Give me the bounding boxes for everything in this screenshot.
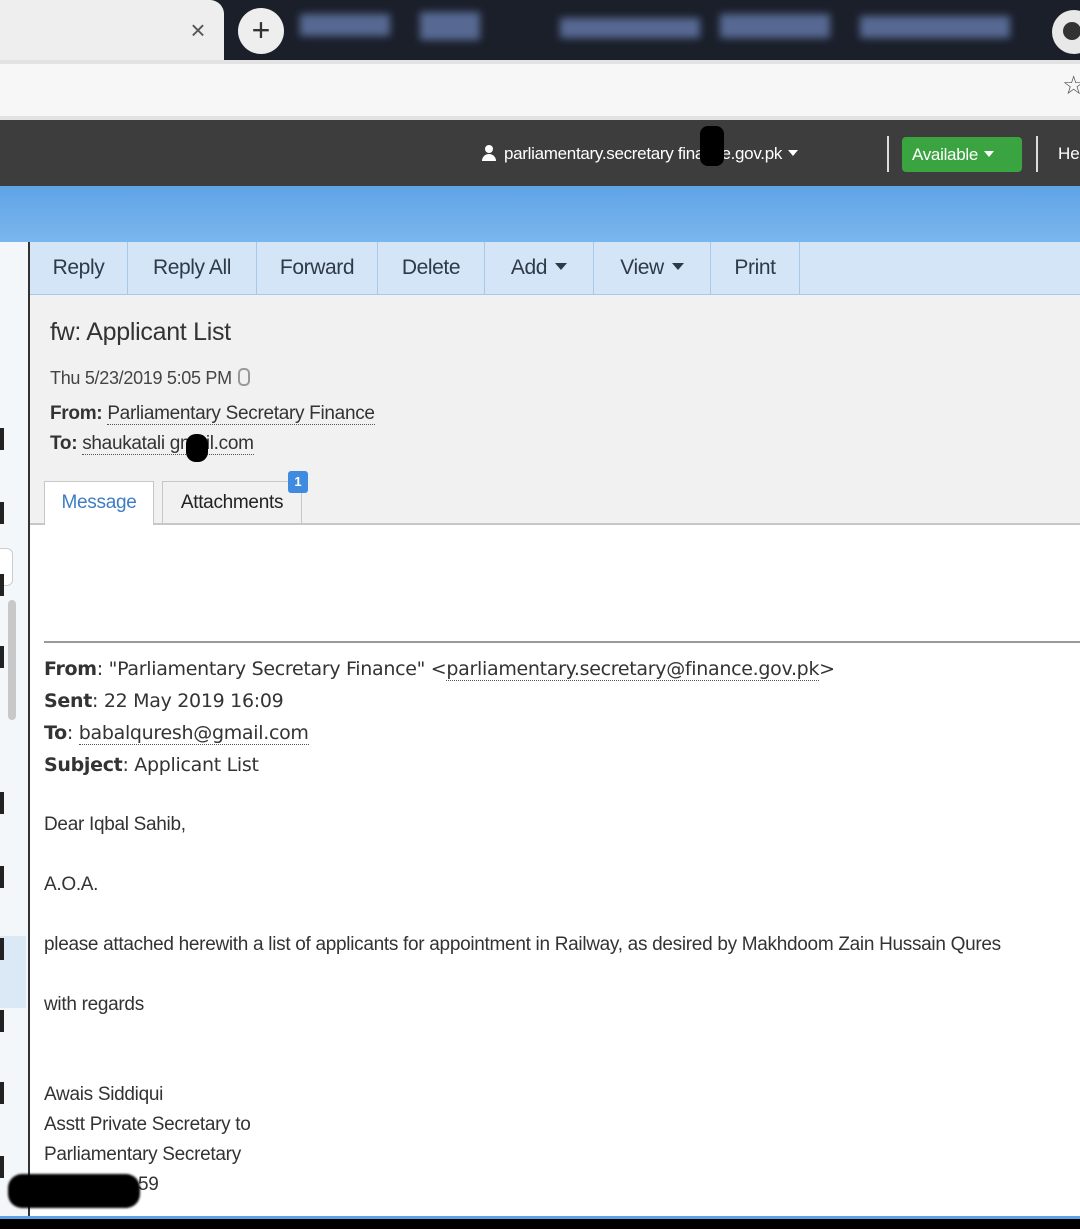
to-label: To: bbox=[50, 433, 78, 454]
body-salutation: A.O.A. bbox=[44, 874, 99, 895]
chevron-down-icon bbox=[555, 263, 568, 270]
reply-all-button[interactable]: Reply All bbox=[128, 242, 257, 294]
fwd-from-name: : "Parliamentary Secretary Finance" < bbox=[96, 658, 447, 680]
user-account-label: parliamentary.secretary finance.gov.pk bbox=[504, 144, 783, 163]
to-link[interactable]: shaukatali gmail.com bbox=[82, 433, 254, 455]
address-bar bbox=[0, 60, 1080, 120]
forwarded-from: From: "Parliamentary Secretary Finance" … bbox=[44, 658, 835, 681]
browser-tab[interactable]: × bbox=[0, 0, 224, 60]
chevron-down-icon bbox=[983, 151, 994, 157]
view-label: View bbox=[620, 256, 664, 279]
plus-icon[interactable]: + bbox=[238, 8, 284, 54]
redaction-mark bbox=[186, 434, 208, 462]
from-label: From: bbox=[50, 403, 103, 424]
forwarded-to: To: babalquresh@gmail.com bbox=[44, 722, 309, 745]
add-menu-button[interactable]: Add bbox=[485, 242, 594, 294]
forward-divider bbox=[44, 641, 1080, 643]
fwd-to-email-link[interactable]: babalquresh@gmail.com bbox=[78, 722, 309, 745]
message-date: Thu 5/23/2019 5:05 PM bbox=[50, 368, 250, 389]
bottom-edge bbox=[0, 1216, 1080, 1229]
list-marker bbox=[0, 502, 4, 524]
list-marker bbox=[0, 1010, 4, 1032]
redaction-mark bbox=[700, 126, 724, 166]
from-row: From: Parliamentary Secretary Finance bbox=[50, 403, 375, 425]
header-divider bbox=[1036, 136, 1038, 172]
signature-phone: 59 bbox=[138, 1174, 159, 1195]
date-text: Thu 5/23/2019 5:05 PM bbox=[50, 368, 232, 388]
list-marker bbox=[0, 938, 4, 960]
forwarded-sent: Sent: 22 May 2019 16:09 bbox=[44, 690, 284, 712]
attachment-icon bbox=[237, 368, 250, 386]
body-text: please attached herewith a list of appli… bbox=[44, 934, 1001, 955]
delete-button[interactable]: Delete bbox=[378, 242, 485, 294]
message-subject: fw: Applicant List bbox=[50, 318, 231, 346]
fwd-sent-value: : 22 May 2019 16:09 bbox=[91, 690, 284, 712]
tab-message[interactable]: Message bbox=[44, 481, 154, 525]
view-menu-button[interactable]: View bbox=[594, 242, 711, 294]
folder-pane-edge bbox=[0, 242, 30, 1217]
from-link[interactable]: Parliamentary Secretary Finance bbox=[107, 403, 375, 425]
fwd-from-label: From bbox=[44, 658, 97, 680]
list-marker bbox=[0, 428, 4, 450]
header-divider bbox=[887, 136, 889, 172]
profile-icon-inner bbox=[1063, 22, 1080, 40]
signature-name: Awais Siddiqui bbox=[44, 1084, 164, 1105]
signature-title-1: Asstt Private Secretary to bbox=[44, 1114, 251, 1135]
fwd-sent-label: Sent bbox=[44, 690, 92, 712]
user-account-menu[interactable]: parliamentary.secretary finance.gov.pk bbox=[482, 141, 799, 167]
list-marker bbox=[0, 574, 4, 596]
status-label: Available bbox=[912, 145, 978, 164]
user-icon bbox=[482, 145, 496, 161]
fwd-from-end: > bbox=[819, 658, 835, 680]
list-marker bbox=[0, 792, 4, 814]
fwd-to-label: To bbox=[44, 722, 67, 744]
blurred-tab bbox=[720, 14, 830, 38]
add-label: Add bbox=[510, 256, 548, 279]
app-banner bbox=[0, 186, 1080, 242]
fwd-to-sep: : bbox=[66, 722, 79, 744]
to-row: To: shaukatali gmail.com bbox=[50, 433, 254, 455]
body-closing: with regards bbox=[44, 994, 144, 1015]
blurred-tab bbox=[860, 16, 1010, 38]
forwarded-subject: Subject: Applicant List bbox=[44, 754, 259, 776]
blurred-tab bbox=[420, 12, 480, 40]
chevron-down-icon bbox=[788, 150, 799, 156]
url-field[interactable] bbox=[0, 64, 1080, 116]
close-icon[interactable]: × bbox=[186, 16, 210, 44]
scrollbar[interactable] bbox=[8, 600, 16, 720]
list-marker bbox=[0, 646, 4, 668]
list-marker bbox=[0, 1156, 4, 1178]
signature-title-2: Parliamentary Secretary bbox=[44, 1144, 241, 1165]
help-link[interactable]: He bbox=[1058, 141, 1080, 167]
blurred-tab bbox=[560, 18, 700, 38]
forward-button[interactable]: Forward bbox=[257, 242, 378, 294]
fwd-subject-value: : Applicant List bbox=[122, 754, 259, 776]
fwd-from-email-link[interactable]: parliamentary.secretary@finance.gov.pk bbox=[446, 658, 819, 681]
blurred-tab bbox=[300, 14, 390, 36]
print-button[interactable]: Print bbox=[711, 242, 800, 294]
browser-tab-strip: × + bbox=[0, 0, 1080, 60]
status-dropdown[interactable]: Available bbox=[902, 137, 1022, 172]
body-greeting: Dear Iqbal Sahib, bbox=[44, 814, 186, 835]
fwd-subject-label: Subject bbox=[44, 754, 123, 776]
redaction-mark bbox=[8, 1174, 140, 1208]
list-marker bbox=[0, 866, 4, 888]
message-toolbar: Reply Reply All Forward Delete Add View … bbox=[30, 242, 1080, 295]
chevron-down-icon bbox=[671, 263, 684, 270]
tab-attachments[interactable]: Attachments bbox=[162, 481, 302, 523]
reply-button[interactable]: Reply bbox=[30, 242, 128, 294]
star-icon[interactable]: ☆ bbox=[1062, 70, 1080, 101]
attachment-count-badge: 1 bbox=[288, 471, 308, 493]
list-marker bbox=[0, 1082, 4, 1104]
